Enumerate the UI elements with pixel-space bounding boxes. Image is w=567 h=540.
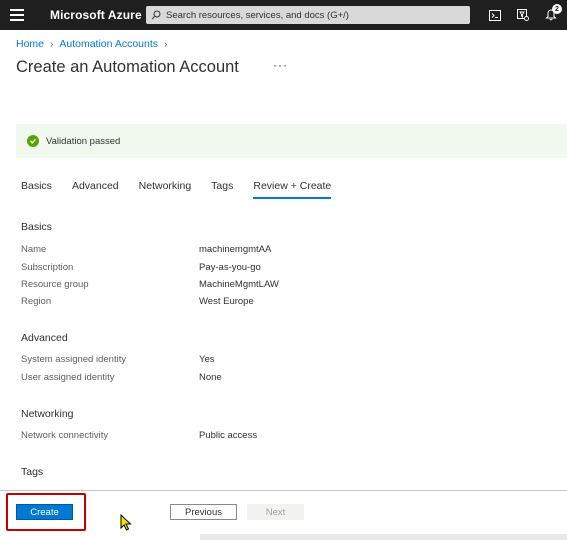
user-identity-value: None: [199, 372, 222, 383]
tags-section-title: Tags: [21, 466, 44, 478]
breadcrumb-home-link[interactable]: Home: [16, 38, 44, 50]
region-label: Region: [21, 296, 52, 307]
menu-icon[interactable]: [10, 9, 24, 21]
network-connectivity-value: Public access: [199, 430, 258, 441]
footer-divider: [0, 490, 567, 491]
search-input[interactable]: [166, 9, 456, 21]
system-identity-value: Yes: [199, 354, 215, 365]
tab-review-create[interactable]: Review + Create: [253, 180, 332, 199]
user-identity-label: User assigned identity: [21, 372, 115, 383]
brand-title[interactable]: Microsoft Azure: [50, 8, 142, 22]
page-title: Create an Automation Account: [16, 58, 239, 76]
directory-filter-icon[interactable]: [516, 8, 530, 22]
tab-advanced[interactable]: Advanced: [72, 180, 119, 199]
network-connectivity-label: Network connectivity: [21, 430, 109, 441]
tab-basics[interactable]: Basics: [21, 180, 52, 199]
basics-section-title: Basics: [21, 221, 52, 233]
more-options-button[interactable]: ···: [273, 58, 288, 72]
system-identity-label: System assigned identity: [21, 354, 127, 365]
breadcrumb: Home › Automation Accounts ›: [16, 38, 173, 50]
name-label: Name: [21, 244, 47, 255]
mouse-pointer-icon: [120, 513, 132, 536]
top-bar: Microsoft Azure 2: [0, 0, 567, 30]
partial-background-strip: [200, 534, 567, 540]
checkmark-icon: [27, 135, 39, 147]
advanced-section-title: Advanced: [21, 332, 68, 344]
create-button[interactable]: Create: [16, 504, 73, 520]
subscription-label: Subscription: [21, 262, 74, 273]
notification-count-badge: 2: [552, 4, 562, 14]
breadcrumb-automation-accounts-link[interactable]: Automation Accounts: [59, 38, 158, 50]
validation-banner: Validation passed: [16, 124, 567, 158]
chevron-right-icon: ›: [50, 38, 54, 50]
region-value: West Europe: [199, 296, 254, 307]
subscription-value: Pay-as-you-go: [199, 262, 261, 273]
chevron-right-icon: ›: [164, 38, 168, 50]
networking-section-title: Networking: [21, 408, 74, 420]
search-icon: [146, 10, 166, 20]
wizard-tabs: Basics Advanced Networking Tags Review +…: [21, 180, 351, 199]
previous-button[interactable]: Previous: [170, 504, 237, 520]
tab-tags[interactable]: Tags: [211, 180, 233, 199]
cloud-shell-icon[interactable]: [488, 8, 502, 22]
search-box[interactable]: [146, 6, 470, 24]
resource-group-value: MachineMgmtLAW: [199, 279, 279, 290]
next-button[interactable]: Next: [247, 504, 304, 520]
tab-networking[interactable]: Networking: [139, 180, 192, 199]
validation-text: Validation passed: [46, 135, 121, 147]
resource-group-label: Resource group: [21, 279, 89, 290]
name-value: machinemgmtAA: [199, 244, 272, 255]
